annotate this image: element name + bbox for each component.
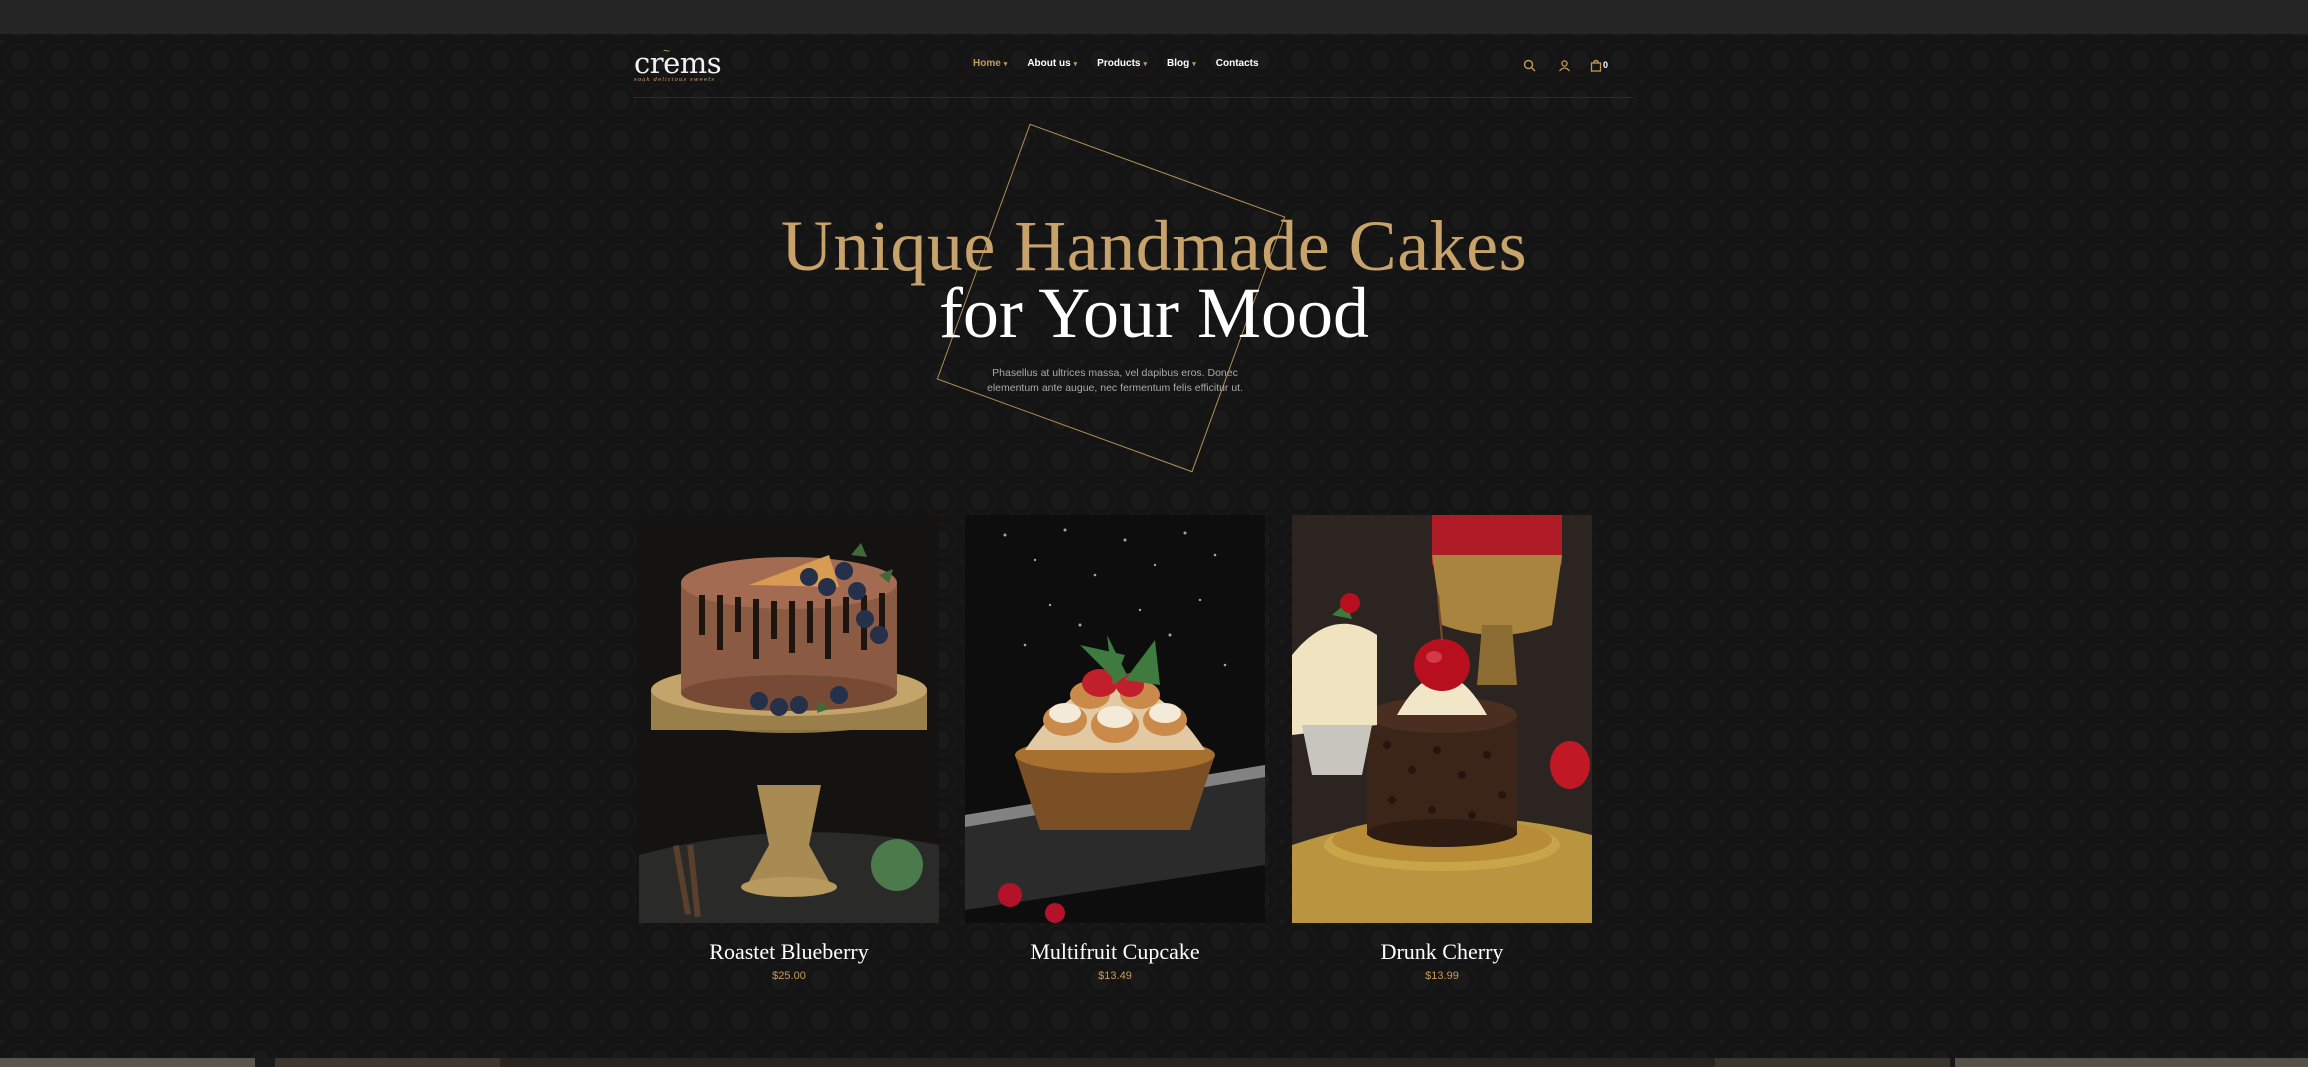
product-price: $25.00 [772, 970, 806, 982]
main-nav: Home ▾ About us ▾ Products ▾ Blog ▾ Cont… [973, 58, 1279, 69]
logo-accent: ~ [663, 44, 671, 58]
product-card[interactable]: Roastet Blueberry $25.00 [639, 515, 939, 982]
hero-title-line2: for Your Mood [938, 273, 1370, 353]
user-icon[interactable] [1555, 56, 1573, 74]
hero-subtitle: Phasellus at ultrices massa, vel dapibus… [986, 367, 1244, 394]
nav-item-label: Blog [1167, 58, 1190, 69]
logo-word: crems [634, 46, 722, 80]
product-name[interactable]: Drunk Cherry [1292, 939, 1592, 965]
cart-icon[interactable]: 0 [1590, 56, 1608, 74]
site-header: ~ crems soak delicious sweets Home ▾ Abo… [633, 34, 1633, 98]
nav-item-label: Contacts [1215, 58, 1259, 69]
product-price: $13.99 [1425, 970, 1459, 982]
chevron-down-icon: ▾ [1143, 60, 1148, 68]
header-icons: 0 [1503, 56, 1608, 74]
search-icon[interactable] [1520, 56, 1538, 74]
product-image[interactable] [1292, 515, 1592, 923]
product-name[interactable]: Roastet Blueberry [639, 939, 939, 965]
nav-item-home[interactable]: Home ▾ [973, 58, 1007, 69]
logo-tagline: soak delicious sweets [634, 77, 716, 83]
nav-item-label: Products [1097, 58, 1141, 69]
nav-item-about-us[interactable]: About us ▾ [1027, 58, 1077, 69]
cart-count: 0 [1603, 60, 1609, 70]
product-image[interactable] [965, 515, 1265, 923]
site-logo[interactable]: ~ crems soak delicious sweets [634, 44, 724, 88]
chevron-down-icon: ▾ [1192, 60, 1196, 68]
product-card[interactable]: Drunk Cherry $13.99 [1292, 515, 1592, 982]
top-bar [0, 0, 2308, 34]
product-price: $13.49 [1098, 970, 1132, 982]
chevron-down-icon: ▾ [1003, 60, 1008, 68]
nav-item-label: Home [973, 58, 1001, 69]
product-card[interactable]: Multifruit Cupcake $13.49 [965, 515, 1265, 982]
nav-item-label: About us [1027, 58, 1071, 69]
product-image[interactable] [639, 515, 939, 923]
next-section-preview [0, 1058, 2308, 1067]
product-name[interactable]: Multifruit Cupcake [965, 939, 1265, 965]
nav-item-contacts[interactable]: Contacts [1216, 58, 1259, 69]
nav-item-products[interactable]: Products ▾ [1097, 58, 1147, 69]
chevron-down-icon: ▾ [1073, 60, 1078, 68]
nav-item-blog[interactable]: Blog ▾ [1167, 58, 1196, 69]
